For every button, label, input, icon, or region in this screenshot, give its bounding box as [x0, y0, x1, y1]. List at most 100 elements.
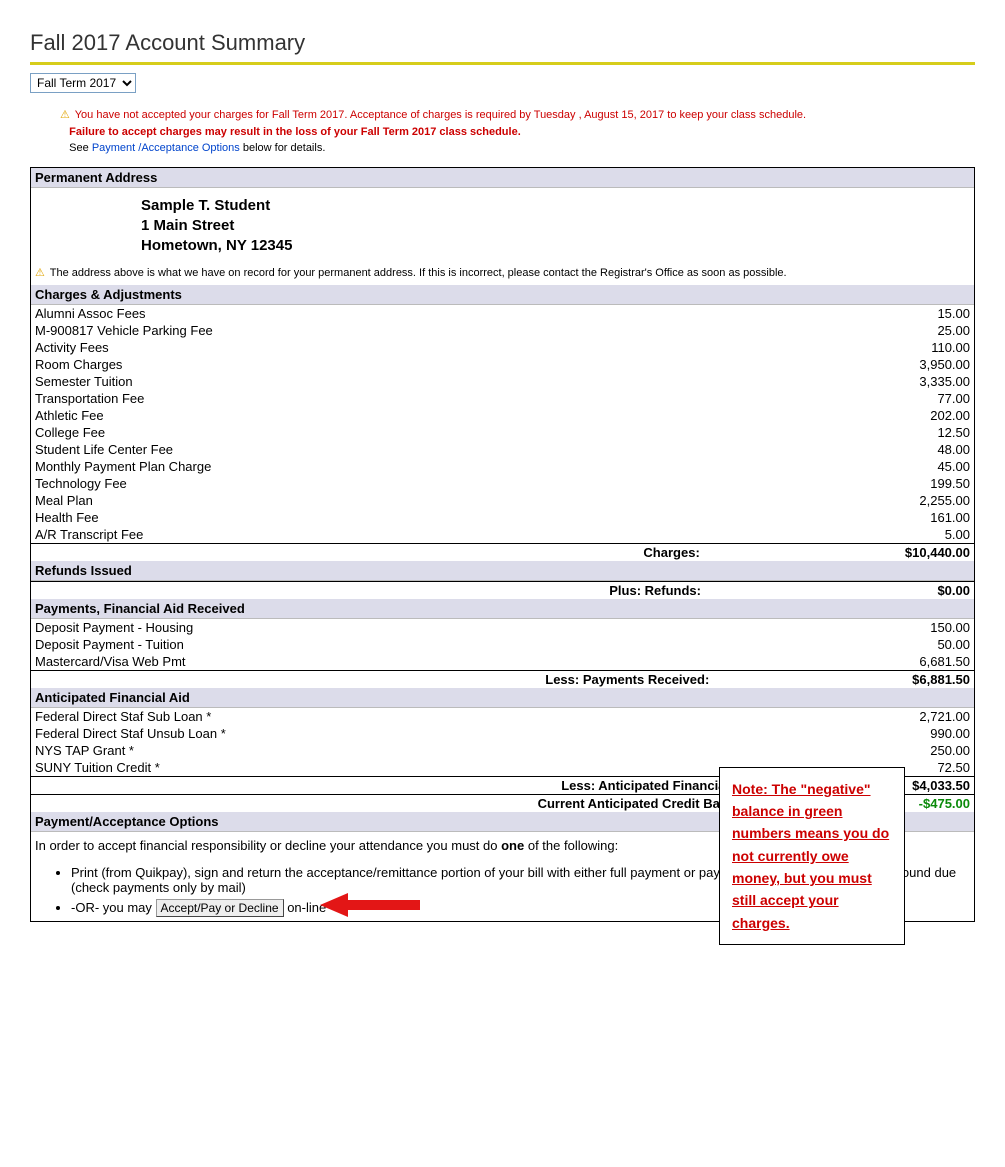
anticipated-header: Anticipated Financial Aid: [31, 688, 974, 708]
warnings-block: ⚠ You have not accepted your charges for…: [60, 107, 975, 157]
address-name: Sample T. Student: [141, 196, 974, 216]
line-item-label: Room Charges: [31, 356, 708, 373]
warning-line-1: You have not accepted your charges for F…: [75, 109, 806, 121]
accept-pay-decline-button[interactable]: Accept/Pay or Decline: [156, 899, 284, 917]
line-item-amount: 5.00: [708, 526, 974, 544]
line-item-amount: 150.00: [717, 619, 974, 636]
line-item-amount: 12.50: [708, 424, 974, 441]
line-item-label: College Fee: [31, 424, 708, 441]
divider: [30, 62, 975, 65]
line-item-label: Monthly Payment Plan Charge: [31, 458, 708, 475]
address-citystate: Hometown, NY 12345: [141, 236, 974, 256]
balance-label: Current Anticipated Credit Balance:: [31, 795, 765, 813]
charges-total: $10,440.00: [708, 544, 974, 562]
line-item-amount: 199.50: [708, 475, 974, 492]
line-item-amount: 2,721.00: [765, 708, 974, 725]
address-header: Permanent Address: [31, 168, 974, 188]
payment-acceptance-link[interactable]: Payment /Acceptance Options: [92, 142, 240, 154]
line-item-label: A/R Transcript Fee: [31, 526, 708, 544]
line-item-amount: 202.00: [708, 407, 974, 424]
warning-line-3-post: below for details.: [240, 142, 326, 154]
line-item-amount: 25.00: [708, 322, 974, 339]
line-item-amount: 15.00: [708, 305, 974, 322]
line-item-amount: 2,255.00: [708, 492, 974, 509]
table-row: Room Charges3,950.00: [31, 356, 974, 373]
table-row: Technology Fee199.50: [31, 475, 974, 492]
line-item-label: Health Fee: [31, 509, 708, 526]
table-row: Deposit Payment - Housing150.00: [31, 619, 974, 636]
table-row: Athletic Fee202.00: [31, 407, 974, 424]
options-intro-bold: one: [501, 838, 524, 853]
address-block: Sample T. Student 1 Main Street Hometown…: [31, 188, 974, 265]
refunds-total: $0.00: [709, 582, 974, 600]
table-row: A/R Transcript Fee5.00: [31, 526, 974, 544]
line-item-amount: 50.00: [717, 636, 974, 653]
warning-icon: ⚠: [35, 267, 45, 279]
line-item-label: Technology Fee: [31, 475, 708, 492]
payments-total: $6,881.50: [717, 671, 974, 689]
table-row: College Fee12.50: [31, 424, 974, 441]
line-item-amount: 990.00: [765, 725, 974, 742]
table-row: Health Fee161.00: [31, 509, 974, 526]
line-item-amount: 77.00: [708, 390, 974, 407]
table-row: Federal Direct Staf Unsub Loan *990.00: [31, 725, 974, 742]
table-row: Semester Tuition3,335.00: [31, 373, 974, 390]
page-title: Fall 2017 Account Summary: [30, 30, 975, 56]
payments-table: Deposit Payment - Housing150.00Deposit P…: [31, 619, 974, 688]
payments-header: Payments, Financial Aid Received: [31, 599, 974, 619]
line-item-label: Deposit Payment - Tuition: [31, 636, 717, 653]
line-item-amount: 48.00: [708, 441, 974, 458]
line-item-label: Federal Direct Staf Unsub Loan *: [31, 725, 765, 742]
note-box: Note: The "negative" balance in green nu…: [719, 767, 905, 946]
table-row: Meal Plan2,255.00: [31, 492, 974, 509]
table-row: Activity Fees110.00: [31, 339, 974, 356]
line-item-amount: 6,681.50: [717, 653, 974, 671]
table-row: M-900817 Vehicle Parking Fee25.00: [31, 322, 974, 339]
bullet-2-pre: -OR- you may: [71, 900, 156, 915]
line-item-label: Alumni Assoc Fees: [31, 305, 708, 322]
table-row: Transportation Fee77.00: [31, 390, 974, 407]
line-item-amount: 161.00: [708, 509, 974, 526]
options-intro-post: of the following:: [524, 838, 618, 853]
charges-table: Alumni Assoc Fees15.00M-900817 Vehicle P…: [31, 305, 974, 561]
refunds-header: Refunds Issued: [31, 561, 974, 581]
line-item-label: M-900817 Vehicle Parking Fee: [31, 322, 708, 339]
line-item-label: Athletic Fee: [31, 407, 708, 424]
refunds-table: Plus: Refunds: $0.00: [31, 581, 974, 599]
term-select[interactable]: Fall Term 2017: [30, 73, 136, 93]
address-warning: ⚠ The address above is what we have on r…: [31, 264, 974, 285]
anticipated-total-label: Less: Anticipated Financial Aid:: [31, 777, 765, 795]
line-item-label: SUNY Tuition Credit *: [31, 759, 765, 777]
address-warning-text: The address above is what we have on rec…: [50, 267, 787, 279]
line-item-label: Activity Fees: [31, 339, 708, 356]
table-row: Student Life Center Fee48.00: [31, 441, 974, 458]
table-row: Mastercard/Visa Web Pmt6,681.50: [31, 653, 974, 671]
line-item-label: Semester Tuition: [31, 373, 708, 390]
charges-total-label: Charges:: [31, 544, 708, 562]
arrow-icon: [320, 890, 430, 920]
charges-header: Charges & Adjustments: [31, 285, 974, 305]
line-item-amount: 250.00: [765, 742, 974, 759]
table-row: Federal Direct Staf Sub Loan *2,721.00: [31, 708, 974, 725]
table-row: Deposit Payment - Tuition50.00: [31, 636, 974, 653]
payments-total-label: Less: Payments Received:: [31, 671, 717, 689]
line-item-amount: 3,950.00: [708, 356, 974, 373]
line-item-label: Meal Plan: [31, 492, 708, 509]
line-item-label: Transportation Fee: [31, 390, 708, 407]
warning-icon: ⚠: [60, 109, 70, 121]
table-row: Monthly Payment Plan Charge45.00: [31, 458, 974, 475]
line-item-label: NYS TAP Grant *: [31, 742, 765, 759]
warning-line-2: Failure to accept charges may result in …: [69, 126, 521, 138]
table-row: NYS TAP Grant *250.00: [31, 742, 974, 759]
options-intro-pre: In order to accept financial responsibil…: [35, 838, 501, 853]
refunds-total-label: Plus: Refunds:: [31, 582, 709, 600]
line-item-label: Federal Direct Staf Sub Loan *: [31, 708, 765, 725]
line-item-amount: 3,335.00: [708, 373, 974, 390]
line-item-amount: 45.00: [708, 458, 974, 475]
line-item-amount: 110.00: [708, 339, 974, 356]
table-row: Alumni Assoc Fees15.00: [31, 305, 974, 322]
address-street: 1 Main Street: [141, 216, 974, 236]
line-item-label: Deposit Payment - Housing: [31, 619, 717, 636]
line-item-label: Mastercard/Visa Web Pmt: [31, 653, 717, 671]
warning-line-3-pre: See: [69, 142, 92, 154]
